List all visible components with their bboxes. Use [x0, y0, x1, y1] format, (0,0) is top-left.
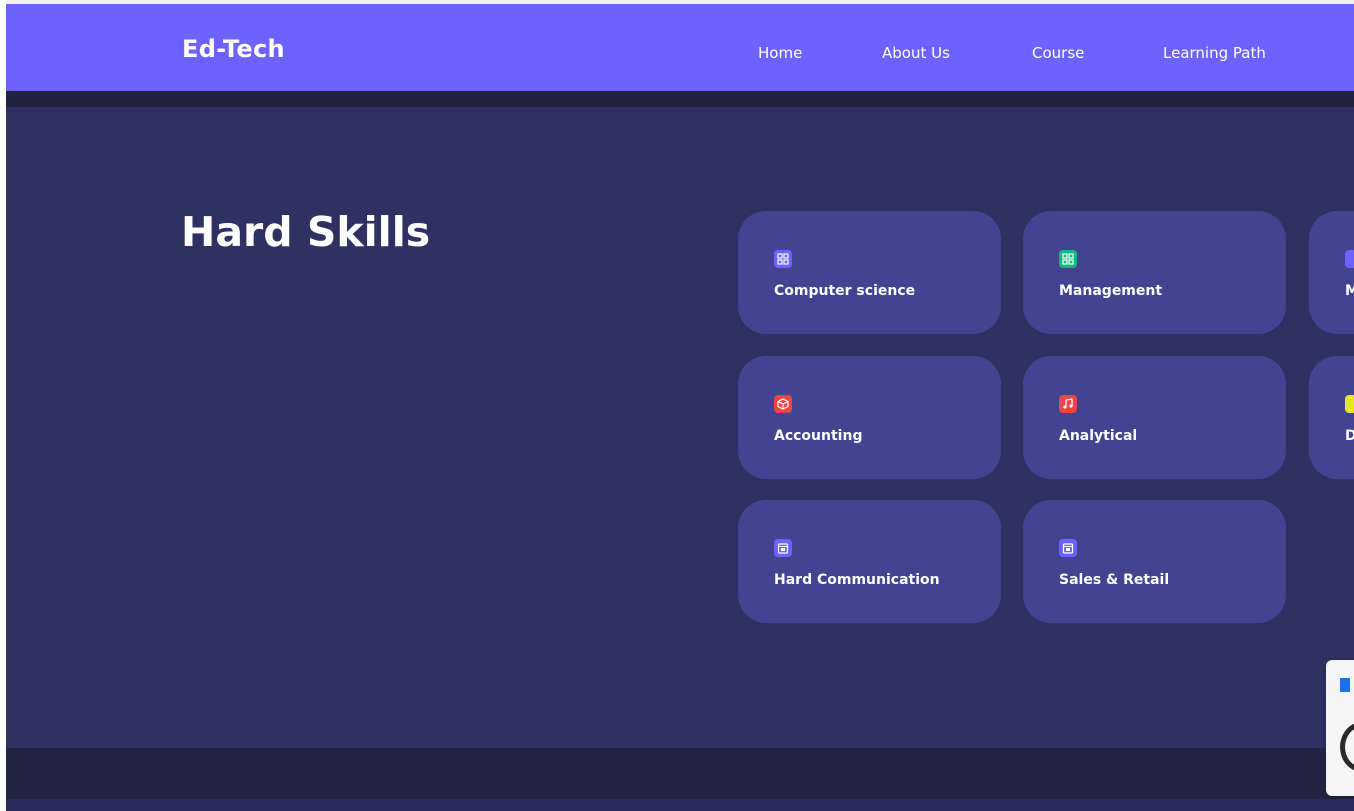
nav-learning-path[interactable]: Learning Path	[1163, 44, 1266, 62]
recaptcha-logo-icon	[1340, 678, 1350, 692]
nav-shadow	[6, 91, 1354, 107]
footer	[6, 748, 1354, 799]
next-section	[6, 799, 1354, 811]
skill-card-accounting[interactable]: Accounting	[738, 356, 1001, 479]
skill-label: Analytical	[1059, 428, 1138, 444]
nav-home[interactable]: Home	[758, 44, 802, 62]
skill-card-hard-communication[interactable]: Hard Communication	[738, 500, 1001, 623]
skill-card-analytical[interactable]: Analytical	[1023, 356, 1286, 479]
skill-card-partial-m[interactable]: M	[1309, 211, 1354, 334]
hard-skills-section: Hard Skills Computer science Management …	[6, 107, 1354, 748]
grid-icon	[1345, 250, 1354, 268]
music-icon	[1059, 395, 1077, 413]
brand-logo[interactable]: Ed-Tech	[182, 35, 285, 63]
skill-label: Computer science	[774, 283, 916, 299]
grid-icon	[774, 250, 792, 268]
section-title: Hard Skills	[181, 208, 431, 256]
skill-card-management[interactable]: Management	[1023, 211, 1286, 334]
cube-icon	[774, 395, 792, 413]
skill-label: Management	[1059, 283, 1163, 299]
calendar-icon	[774, 539, 792, 557]
recaptcha-spinner-icon	[1340, 722, 1354, 772]
skill-card-sales-retail[interactable]: Sales & Retail	[1023, 500, 1286, 623]
skill-card-computer-science[interactable]: Computer science	[738, 211, 1001, 334]
skill-card-partial-d[interactable]: D	[1309, 356, 1354, 479]
recaptcha-widget[interactable]	[1326, 660, 1354, 796]
skill-label: Hard Communication	[774, 572, 940, 588]
skill-label: D	[1345, 428, 1354, 444]
skill-label: Sales & Retail	[1059, 572, 1170, 588]
grid-icon	[1059, 250, 1077, 268]
navbar: Ed-Tech Home About Us Course Learning Pa…	[6, 4, 1354, 91]
skill-label: M	[1345, 283, 1354, 299]
square-icon	[1345, 395, 1354, 413]
page: Ed-Tech Home About Us Course Learning Pa…	[6, 0, 1354, 811]
skill-label: Accounting	[774, 428, 863, 444]
calendar-icon	[1059, 539, 1077, 557]
nav-about-us[interactable]: About Us	[882, 44, 950, 62]
nav-course[interactable]: Course	[1032, 44, 1084, 62]
